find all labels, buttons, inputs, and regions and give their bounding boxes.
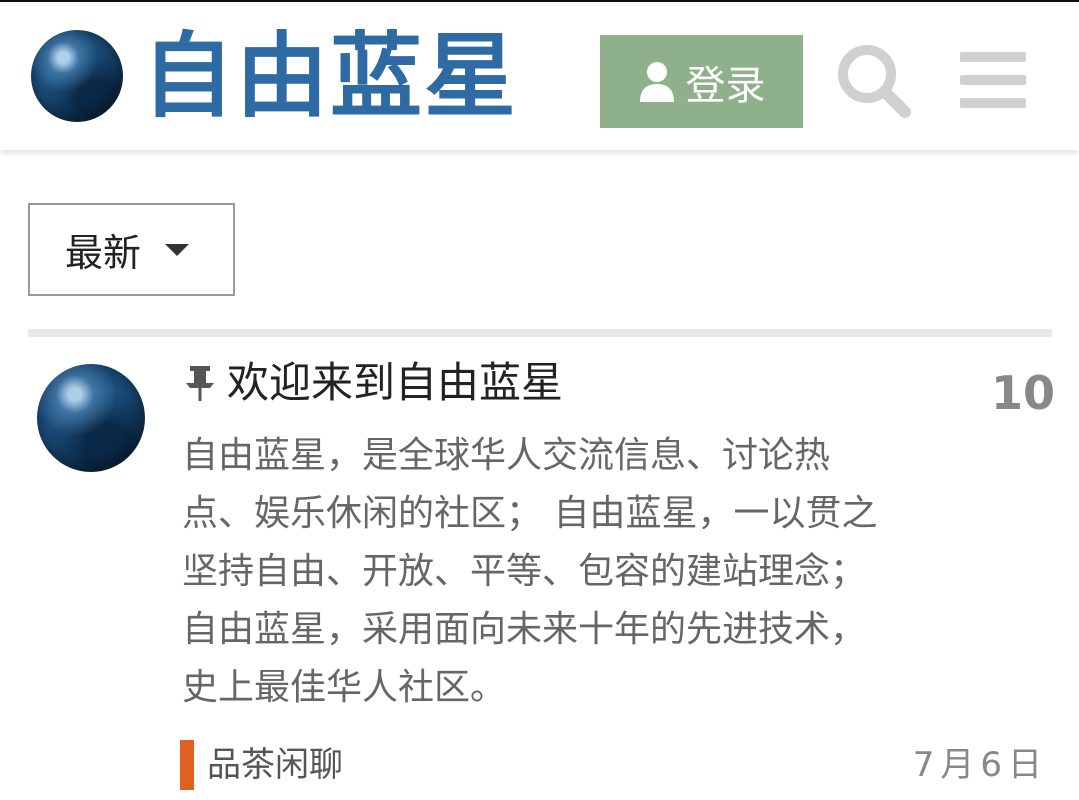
activity-date[interactable]: 7月6日 (880, 742, 1048, 788)
category-link[interactable]: 品茶闲聊 (207, 742, 343, 788)
topic-title-link[interactable]: 欢迎来到自由蓝星 (227, 352, 563, 414)
search-icon[interactable] (835, 42, 913, 120)
excerpt-line: 史上最佳华人社区。 (182, 667, 507, 708)
globe-logo-icon[interactable] (31, 30, 123, 122)
reply-count[interactable]: 10 (985, 366, 1055, 420)
excerpt-line: 自由蓝星，是全球华人交流信息、讨论热 (182, 435, 831, 476)
site-title[interactable]: 自由蓝星 (142, 12, 518, 142)
category-color-bar (180, 740, 194, 790)
hamburger-menu-icon[interactable] (960, 50, 1026, 110)
excerpt-line: 点、娱乐休闲的社区； 自由蓝星，一以贯之 (182, 493, 878, 534)
excerpt-line: 自由蓝星，采用面向未来十年的先进技术， (182, 609, 867, 650)
topic-excerpt: 自由蓝星，是全球华人交流信息、讨论热 点、娱乐休闲的社区； 自由蓝星，一以贯之 … (182, 427, 1002, 717)
user-icon (639, 61, 674, 102)
list-divider (28, 329, 1052, 337)
login-button[interactable]: 登录 (600, 35, 803, 128)
sort-filter-dropdown[interactable]: 最新 (28, 203, 235, 296)
pin-icon (186, 366, 214, 401)
filter-label: 最新 (65, 231, 142, 275)
login-label: 登录 (685, 62, 766, 109)
caret-down-icon (165, 243, 190, 256)
excerpt-line: 坚持自由、开放、平等、包容的建站理念； (182, 551, 867, 592)
avatar[interactable] (37, 364, 145, 472)
site-header: 自由蓝星 登录 (0, 2, 1079, 150)
